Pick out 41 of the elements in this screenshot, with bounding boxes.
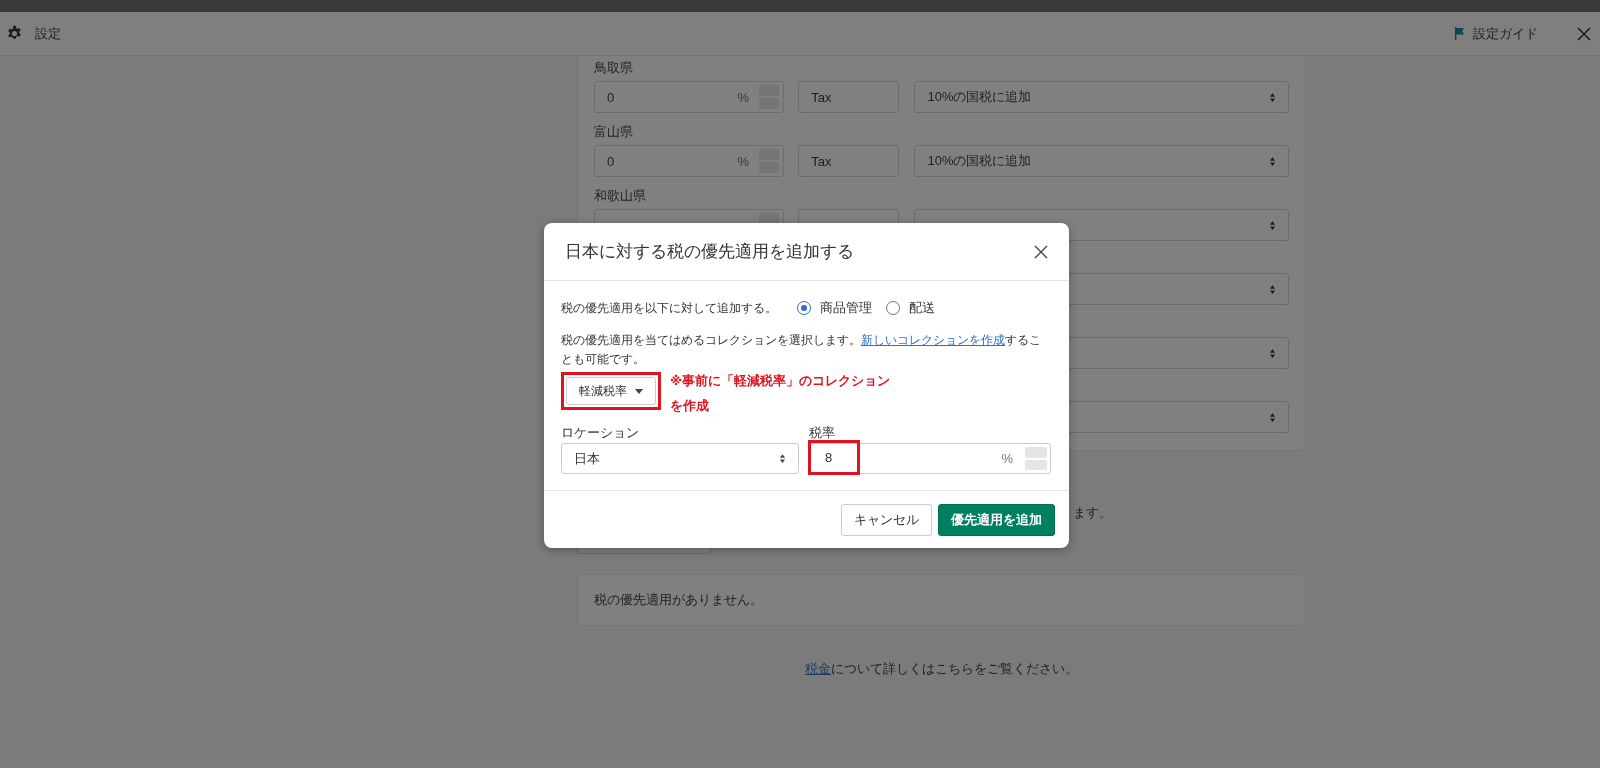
select-arrows-icon	[1269, 411, 1276, 423]
modal-title: 日本に対する税の優先適用を追加する	[565, 241, 854, 263]
tax-name-field[interactable]: Tax	[798, 145, 900, 177]
settings-icon[interactable]	[6, 25, 23, 42]
rate-field[interactable]: 8 %	[809, 443, 1051, 474]
setup-guide-link[interactable]: 設定ガイド	[1454, 24, 1538, 43]
collection-description: 税の優先適用を当てはめるコレクションを選択します。新しいコレクションを作成することも可能です。	[561, 332, 1042, 368]
region-label: 鳥取県	[594, 59, 634, 77]
radio-group-label: 税の優先適用を以下に対して追加する。	[561, 299, 777, 317]
page-title: 設定	[35, 24, 61, 43]
field-label: 税率	[809, 424, 836, 442]
annotation-text: ※事前に「軽減税率」のコレクションを作成	[670, 373, 892, 415]
field-label: ロケーション	[561, 424, 640, 442]
cancel-button[interactable]: キャンセル	[841, 504, 932, 536]
radio-option[interactable]: 配送	[886, 299, 935, 317]
select-arrows-icon	[1269, 219, 1276, 231]
description-text: ます。	[1073, 504, 1113, 522]
select-arrows-icon	[1269, 283, 1276, 295]
collection-dropdown[interactable]: 軽減税率	[566, 377, 656, 405]
create-collection-link[interactable]: 新しいコレクションを作成	[861, 333, 1005, 347]
select-arrows-icon	[1269, 155, 1276, 167]
tax-name-field[interactable]: Tax	[798, 81, 900, 113]
select-arrows-icon	[779, 453, 786, 464]
location-select[interactable]: 日本	[561, 443, 799, 474]
flag-icon	[1454, 27, 1465, 40]
tax-mode-select[interactable]: 10%の国税に追加	[914, 145, 1289, 177]
region-label: 富山県	[594, 123, 634, 141]
add-button[interactable]: 優先適用を追加	[938, 504, 1055, 536]
help-link[interactable]: 税金	[805, 661, 831, 676]
close-icon[interactable]	[1576, 25, 1592, 42]
caret-icon	[635, 388, 643, 394]
close-icon[interactable]	[1033, 243, 1049, 260]
percent-suffix: %	[1001, 451, 1013, 466]
tax-mode-select[interactable]: 10%の国税に追加	[914, 81, 1289, 113]
help-text: 税金について詳しくはこちらをご覧ください。	[804, 660, 1079, 678]
empty-message: 税の優先適用がありません。	[594, 591, 763, 609]
select-arrows-icon	[1269, 91, 1276, 103]
region-label: 和歌山県	[594, 187, 647, 205]
rate-input[interactable]: 8	[811, 443, 857, 472]
select-arrows-icon	[1269, 347, 1276, 359]
radio-option[interactable]: 商品管理	[797, 299, 872, 317]
